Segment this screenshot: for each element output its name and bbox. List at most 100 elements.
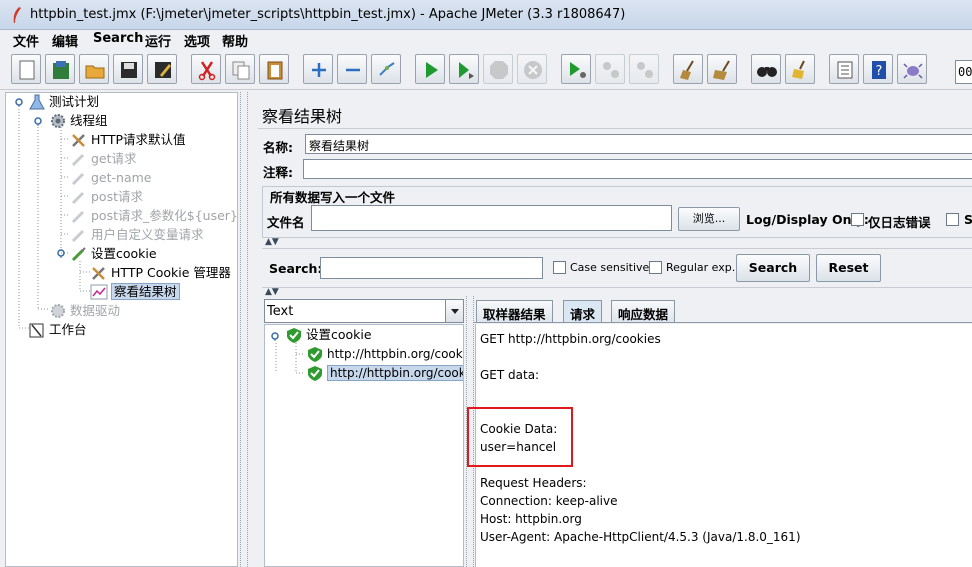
remote-stop-button[interactable] bbox=[595, 54, 625, 84]
title-bar: httpbin_test.jmx (F:\jmeter\jmeter_scrip… bbox=[0, 0, 972, 30]
errors-only-checkbox[interactable] bbox=[851, 213, 864, 226]
copy-button[interactable] bbox=[225, 54, 255, 84]
filename-label: 文件名 bbox=[267, 215, 305, 230]
collapse-button[interactable] bbox=[337, 54, 367, 84]
search-input[interactable] bbox=[320, 257, 543, 279]
tree-item-http-defaults[interactable]: HTTP请求默认值 bbox=[70, 131, 186, 149]
tab-response-data[interactable]: 响应数据 bbox=[611, 300, 676, 322]
svg-text:?: ? bbox=[876, 64, 883, 79]
clear-all-button[interactable] bbox=[707, 54, 737, 84]
tab-request[interactable]: 请求 bbox=[563, 300, 603, 323]
tree-item-get-request[interactable]: get请求 bbox=[70, 150, 137, 168]
main-splitter[interactable] bbox=[240, 92, 248, 567]
log-viewer-button[interactable] bbox=[897, 54, 927, 84]
result-item-request-1[interactable]: http://httpbin.org/cookies/ bbox=[306, 345, 463, 363]
regex-checkbox[interactable] bbox=[649, 261, 662, 274]
wrench-icon bbox=[92, 266, 105, 280]
menu-run[interactable]: 运行 bbox=[145, 31, 171, 50]
toggle-icon bbox=[379, 62, 395, 76]
name-field[interactable]: 察看结果树 bbox=[305, 134, 972, 154]
open-button[interactable] bbox=[79, 54, 109, 84]
expand-button[interactable] bbox=[303, 54, 333, 84]
name-label: 名称: bbox=[263, 140, 293, 155]
flask-icon bbox=[29, 94, 45, 109]
collapse-arrows-icon[interactable]: ▲▼ bbox=[265, 287, 279, 297]
reset-search-button[interactable] bbox=[785, 54, 815, 84]
shutdown-button[interactable] bbox=[517, 54, 547, 84]
tree-item-test-plan[interactable]: 测试计划 bbox=[28, 93, 99, 111]
tab-divider bbox=[474, 322, 972, 323]
reset-button[interactable]: Reset bbox=[816, 254, 881, 282]
menu-search[interactable]: Search bbox=[93, 31, 143, 46]
pipette-icon bbox=[71, 191, 85, 204]
filename-field[interactable] bbox=[311, 205, 672, 231]
result-item-request-2[interactable]: http://httpbin.org/cookies bbox=[306, 364, 463, 382]
remote-start-icon bbox=[570, 62, 586, 78]
cut-button[interactable] bbox=[191, 54, 221, 84]
new-button[interactable] bbox=[11, 54, 41, 84]
title-divider bbox=[258, 128, 972, 129]
collapse-arrows-icon[interactable]: ▲▼ bbox=[265, 237, 279, 247]
tree-item-thread-group[interactable]: 线程组 bbox=[49, 112, 108, 130]
save-as-button[interactable] bbox=[147, 54, 177, 84]
tree-item-view-results[interactable]: 察看结果树 bbox=[90, 283, 180, 301]
start-button[interactable] bbox=[415, 54, 445, 84]
success-shield-icon bbox=[287, 327, 301, 343]
menu-file[interactable]: 文件 bbox=[13, 31, 39, 50]
expand-handle-icon[interactable] bbox=[270, 331, 280, 341]
templates-button[interactable] bbox=[45, 54, 75, 84]
case-sensitive-checkbox[interactable] bbox=[553, 261, 566, 274]
clear-button[interactable] bbox=[673, 54, 703, 84]
result-tree[interactable]: 设置cookie http://httpbin.org/cookies/ htt… bbox=[264, 324, 464, 567]
expand-handle-icon[interactable] bbox=[56, 248, 66, 258]
save-icon bbox=[121, 62, 137, 78]
tree-item-set-cookie[interactable]: 设置cookie bbox=[70, 245, 157, 263]
browse-button[interactable]: 浏览... bbox=[678, 207, 740, 231]
save-button[interactable] bbox=[113, 54, 143, 84]
chevron-down-icon[interactable] bbox=[445, 300, 463, 322]
toolbar: ? bbox=[0, 50, 972, 90]
broom-icon bbox=[680, 60, 694, 80]
tree-item-get-name[interactable]: get-name bbox=[70, 169, 152, 187]
reset-search-icon bbox=[792, 60, 805, 79]
function-helper-button[interactable] bbox=[829, 54, 859, 84]
binoculars-icon bbox=[757, 67, 777, 77]
start-no-pauses-button[interactable] bbox=[449, 54, 479, 84]
stop-icon bbox=[490, 61, 508, 79]
successes-label: S bbox=[964, 212, 972, 227]
comment-field[interactable] bbox=[303, 159, 972, 179]
expand-handle-icon[interactable] bbox=[14, 97, 24, 107]
case-sensitive-label: Case sensitive bbox=[570, 261, 650, 274]
toggle-button[interactable] bbox=[371, 54, 401, 84]
list-icon bbox=[837, 61, 853, 79]
tree-item-cookie-manager[interactable]: HTTP Cookie 管理器 bbox=[90, 264, 231, 282]
bug-icon bbox=[903, 63, 923, 79]
tree-item-data-driven[interactable]: 数据驱动 bbox=[49, 302, 120, 320]
remote-start-button[interactable] bbox=[561, 54, 591, 84]
search-button-toolbar[interactable] bbox=[751, 54, 781, 84]
paste-button[interactable] bbox=[259, 54, 289, 84]
help-button[interactable]: ? bbox=[863, 54, 893, 84]
expand-handle-icon[interactable] bbox=[33, 116, 43, 126]
tree-item-workbench[interactable]: 工作台 bbox=[28, 321, 87, 339]
pipette-icon bbox=[71, 229, 85, 242]
renderer-select[interactable]: Text bbox=[264, 299, 464, 323]
success-shield-icon bbox=[308, 346, 322, 362]
remote-shutdown-button[interactable] bbox=[629, 54, 659, 84]
tree-item-post-param[interactable]: post请求_参数化${user} bbox=[70, 207, 238, 225]
tree-item-user-vars[interactable]: 用户自定义变量请求 bbox=[70, 226, 204, 244]
success-shield-icon bbox=[308, 365, 322, 381]
header-user-agent: User-Agent: Apache-HttpClient/4.5.3 (Jav… bbox=[480, 530, 801, 544]
result-item-set-cookie[interactable]: 设置cookie bbox=[285, 326, 372, 344]
menu-help[interactable]: 帮助 bbox=[222, 31, 248, 50]
search-button[interactable]: Search bbox=[736, 254, 810, 282]
successes-checkbox[interactable] bbox=[946, 213, 959, 226]
menu-options[interactable]: 选项 bbox=[184, 31, 210, 50]
folder-open-icon bbox=[85, 65, 105, 79]
tree-item-post-request[interactable]: post请求 bbox=[70, 188, 143, 206]
stop-button[interactable] bbox=[483, 54, 513, 84]
tab-sampler-result[interactable]: 取样器结果 bbox=[476, 300, 553, 322]
request-line: GET http://httpbin.org/cookies bbox=[480, 332, 661, 346]
menu-edit[interactable]: 编辑 bbox=[52, 31, 78, 50]
test-plan-tree[interactable]: 测试计划 线程组 HTTP请求默认值 get请求 get-name post请求… bbox=[5, 92, 238, 567]
